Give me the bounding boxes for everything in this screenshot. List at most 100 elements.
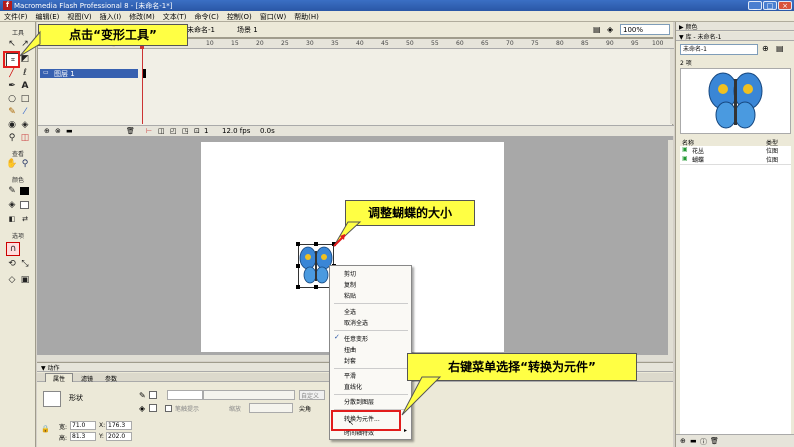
menu-view[interactable]: 视图(V) (63, 11, 95, 22)
rectangle-icon[interactable]: □ (19, 93, 31, 105)
library-item[interactable]: ▣ 花丛 位图 (680, 146, 791, 155)
menu-item-free-transform[interactable]: 任意变形 (344, 334, 368, 343)
menu-insert[interactable]: 插入(I) (96, 11, 126, 22)
shape-icon (43, 391, 61, 407)
hand-icon[interactable]: ✋ (6, 158, 18, 170)
stroke-color-box[interactable] (149, 391, 157, 399)
menu-help[interactable]: 帮助(H) (290, 11, 323, 22)
edit-multiple-icon[interactable]: ◳ (182, 127, 189, 135)
stage-vertical-scrollbar[interactable] (668, 140, 673, 361)
menu-text[interactable]: 文本(T) (159, 11, 191, 22)
arrow-icon[interactable]: ↖ (6, 38, 18, 50)
pen-icon[interactable]: ✒ (6, 80, 18, 92)
delete-layer-icon[interactable]: 🗑 (126, 127, 135, 135)
menu-item-straighten[interactable]: 直线化 (344, 382, 362, 391)
envelope-icon[interactable]: ▣ (19, 274, 31, 286)
layer-row[interactable]: ▭ 图层 1 (40, 69, 138, 78)
menu-item-distribute-to-layers[interactable]: 分散到图层 (344, 397, 374, 406)
menu-control[interactable]: 控制(O) (223, 11, 256, 22)
y-field[interactable]: 202.0 (106, 432, 132, 441)
width-field[interactable]: 71.0 (70, 421, 96, 430)
x-field[interactable]: 176.3 (106, 421, 132, 430)
menu-item-copy[interactable]: 复制 (344, 280, 356, 289)
transform-handle[interactable] (314, 242, 318, 246)
timeline-scrollbar[interactable] (670, 49, 674, 124)
stroke-style-select[interactable] (203, 390, 295, 400)
ink-bottle-icon[interactable]: ◉ (6, 119, 18, 131)
zoom-icon[interactable]: ⚲ (19, 158, 31, 170)
new-folder-icon[interactable]: ▬ (690, 437, 697, 445)
transform-handle[interactable] (314, 285, 318, 289)
modify-markers-icon[interactable]: ⊡ (194, 127, 200, 135)
lasso-icon[interactable]: ℓ (19, 67, 31, 79)
color-panel-header[interactable]: ▶ 颜色 (676, 22, 794, 31)
oval-icon[interactable]: ○ (6, 93, 18, 105)
library-item[interactable]: ▣ 蝴蝶 位图 (680, 155, 791, 164)
menu-item-cut[interactable]: 剪切 (344, 269, 356, 278)
scale-select[interactable] (249, 403, 293, 413)
playhead-line (142, 49, 143, 124)
menu-item-distort[interactable]: 扭曲 (344, 345, 356, 354)
menu-item-smooth[interactable]: 平滑 (344, 371, 356, 380)
fill-color-swatch[interactable] (20, 201, 29, 209)
line-icon[interactable]: ╱ (6, 67, 18, 79)
menu-item-envelope[interactable]: 封套 (344, 356, 356, 365)
transform-handle[interactable] (296, 264, 300, 268)
onion-skin-icon[interactable]: ◫ (158, 127, 165, 135)
center-frame-icon[interactable]: ⊢ (146, 127, 152, 135)
menu-item-deselect-all[interactable]: 取消全选 (344, 318, 368, 327)
menu-item-paste[interactable]: 粘贴 (344, 291, 356, 300)
minimize-button[interactable]: _ (748, 1, 762, 10)
zoom-select[interactable]: 100% (620, 24, 670, 35)
close-button[interactable]: × (778, 1, 792, 10)
eraser-icon[interactable]: ◫ (19, 132, 31, 144)
menu-window[interactable]: 窗口(W) (256, 11, 290, 22)
delete-icon[interactable]: 🗑 (710, 437, 719, 445)
new-symbol-icon[interactable]: ⊕ (680, 437, 686, 445)
distort-icon[interactable]: ◇ (6, 274, 18, 286)
library-header[interactable]: ▼ 库 - 未命名-1 (676, 32, 794, 41)
transform-handle[interactable] (296, 242, 300, 246)
custom-button[interactable]: 自定义 (299, 390, 325, 400)
properties-icon[interactable]: ⓘ (700, 437, 707, 447)
stroke-color-swatch[interactable] (20, 187, 29, 195)
transform-handle[interactable] (296, 285, 300, 289)
pencil-icon[interactable]: ✎ (6, 106, 18, 118)
document-tab[interactable]: 未命名-1 (187, 25, 215, 35)
maximize-button[interactable]: □ (763, 1, 777, 10)
eyedropper-icon[interactable]: ⚲ (6, 132, 18, 144)
rotate-skew-icon[interactable]: ⟲ (6, 258, 18, 270)
tab-parameters[interactable]: 参数 (105, 374, 117, 383)
tab-properties[interactable]: 属性 (45, 373, 73, 383)
add-layer-icon[interactable]: ⊕ (44, 127, 50, 135)
paint-bucket-icon[interactable]: ◈ (19, 119, 31, 131)
height-field[interactable]: 81.3 (70, 432, 96, 441)
edit-symbol-icon[interactable]: ◈ (607, 25, 613, 34)
menu-modify[interactable]: 修改(M) (125, 11, 159, 22)
menu-item-select-all[interactable]: 全选 (344, 307, 356, 316)
add-folder-icon[interactable]: ▬ (66, 127, 73, 135)
brush-icon[interactable]: ⁄ (19, 106, 31, 118)
menu-commands[interactable]: 命令(C) (190, 11, 222, 22)
stroke-color-icon[interactable]: ✎ (6, 185, 18, 197)
new-library-icon[interactable]: ▤ (776, 44, 784, 53)
black-white-icon[interactable]: ◧ (6, 213, 18, 225)
onion-outline-icon[interactable]: ◰ (170, 127, 177, 135)
stroke-hint-checkbox[interactable] (165, 405, 172, 412)
menu-edit[interactable]: 编辑(E) (32, 11, 64, 22)
pin-icon[interactable]: ⊕ (762, 44, 769, 53)
swap-colors-icon[interactable]: ⇄ (19, 213, 31, 225)
snap-icon[interactable]: ∩ (6, 242, 20, 256)
add-guide-icon[interactable]: ⊗ (55, 127, 61, 135)
menu-file[interactable]: 文件(F) (0, 11, 32, 22)
edit-scene-icon[interactable]: ▤ (593, 25, 601, 34)
library-document-select[interactable]: 未命名-1 (680, 44, 758, 55)
text-icon[interactable]: A (19, 80, 31, 92)
tab-filters[interactable]: 滤镜 (81, 374, 93, 383)
fill-color-box[interactable] (149, 404, 157, 412)
stroke-width-field[interactable] (167, 390, 203, 400)
lock-ratio-icon[interactable]: 🔒 (41, 425, 50, 433)
fill-color-icon[interactable]: ◈ (6, 199, 18, 211)
butterfly-preview-image (708, 72, 763, 129)
scale-icon[interactable]: ⤡ (19, 258, 31, 270)
